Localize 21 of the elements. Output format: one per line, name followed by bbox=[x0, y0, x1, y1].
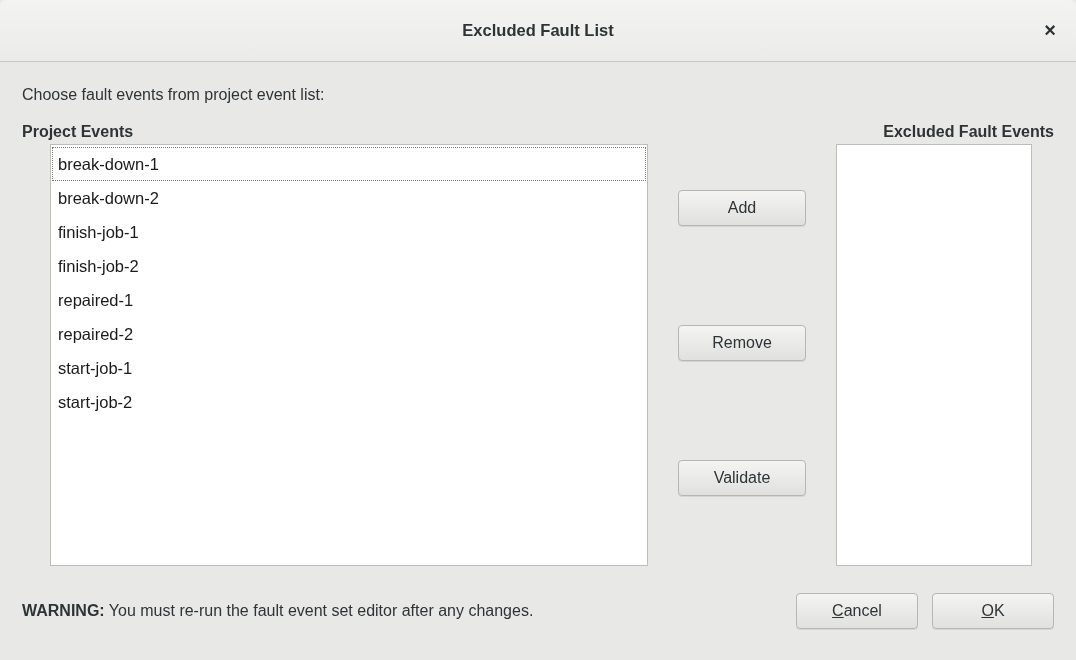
action-button[interactable]: Add bbox=[678, 190, 806, 226]
list-heading: Excluded Fault Events bbox=[883, 122, 1054, 142]
window-title: Excluded Fault List bbox=[462, 21, 614, 40]
list-item[interactable]: finish-job-1 bbox=[52, 215, 646, 249]
list-item[interactable]: break-down-2 bbox=[52, 181, 646, 215]
instruction-text: Choose fault events from project event list: bbox=[22, 85, 326, 105]
action-button[interactable]: Remove bbox=[678, 325, 806, 361]
list-item[interactable]: break-down-1 bbox=[52, 147, 646, 181]
list-item[interactable]: repaired-2 bbox=[52, 317, 646, 351]
list-item[interactable]: start-job-1 bbox=[52, 351, 646, 385]
list-box[interactable] bbox=[836, 144, 1032, 566]
warning-text: WARNING: You must re-run the fault event set editor after any changes. bbox=[22, 602, 535, 620]
dialog-button[interactable]: Cancel bbox=[796, 593, 918, 629]
list-heading: Project Events bbox=[22, 122, 134, 142]
close-button[interactable]: × bbox=[1038, 18, 1062, 42]
list-item[interactable]: repaired-1 bbox=[52, 283, 646, 317]
action-button[interactable]: Validate bbox=[678, 460, 806, 496]
list-item[interactable]: start-job-2 bbox=[52, 385, 646, 419]
dialog-button[interactable]: OK bbox=[932, 593, 1054, 629]
list-box[interactable]: break-down-1 break-down-2 finish-job-1 finish-job-2 repaired-1 repaired-2 start-job-1 start-job-2 bbox=[50, 144, 648, 566]
list-item[interactable]: finish-job-2 bbox=[52, 249, 646, 283]
